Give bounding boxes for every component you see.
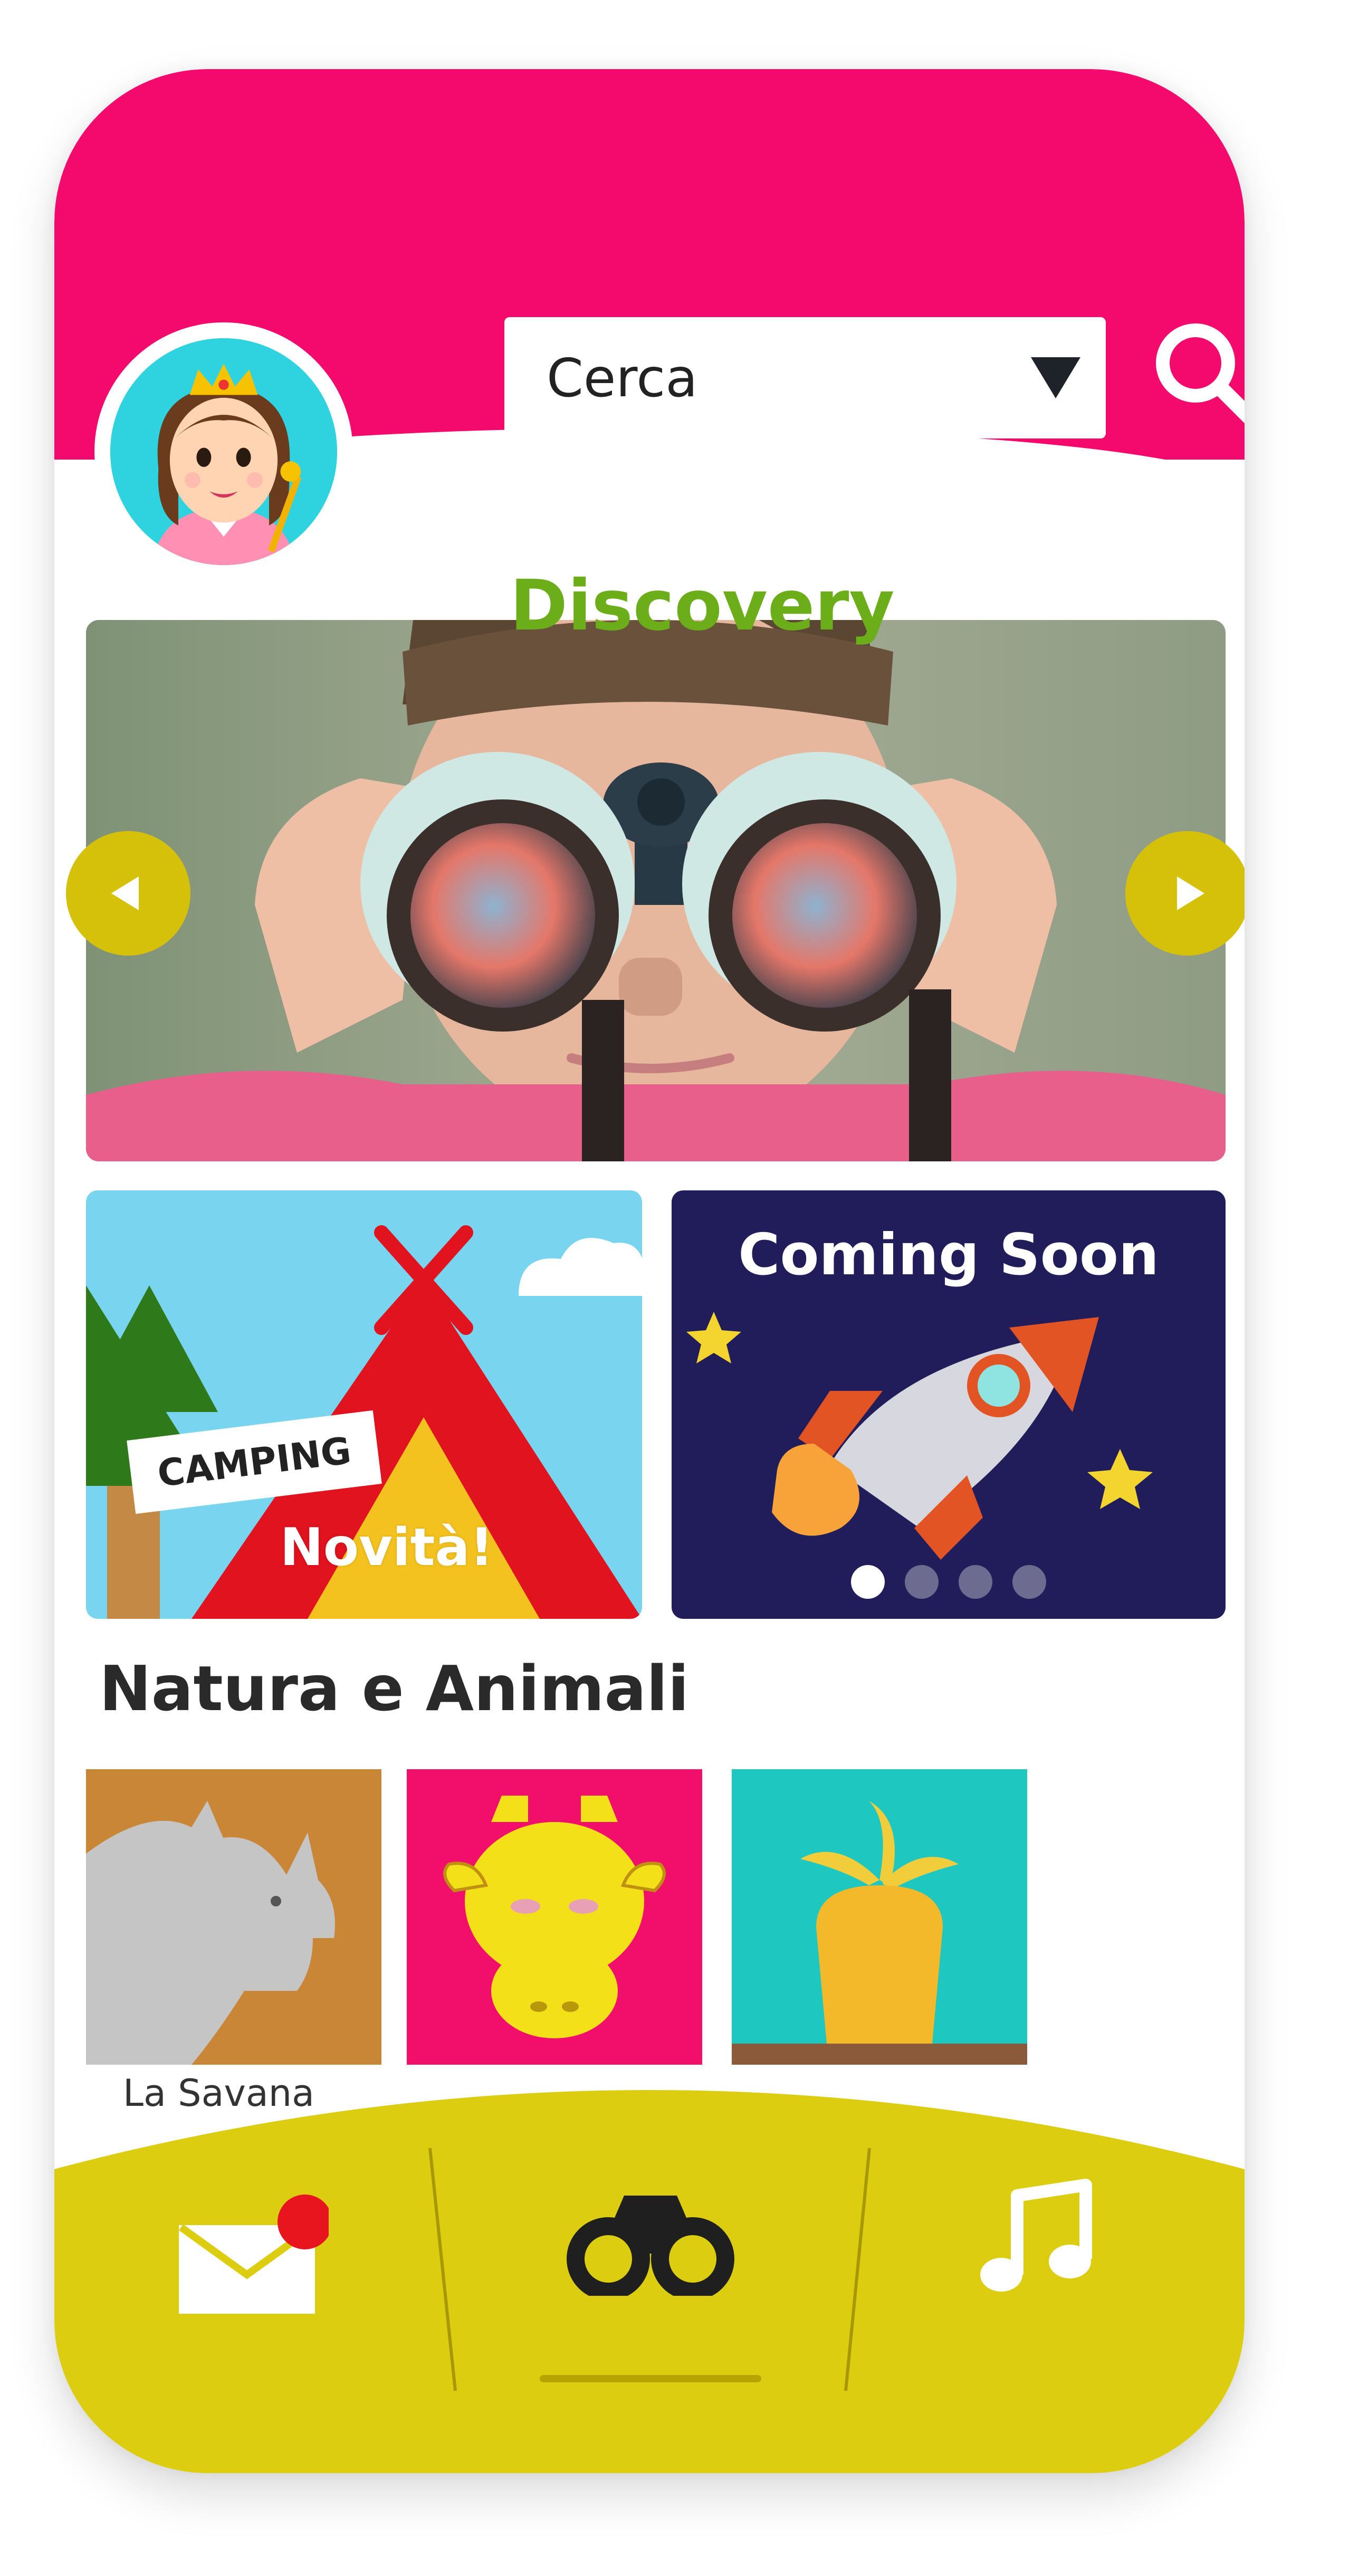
giraffe-icon — [443, 1796, 666, 2038]
nav-music-button[interactable] — [972, 2174, 1099, 2301]
nav-messages-button[interactable] — [170, 2190, 329, 2317]
camping-card[interactable]: CAMPING Novità! — [86, 1190, 642, 1619]
dropdown-arrow-icon[interactable] — [1027, 354, 1085, 402]
category-tile-savana[interactable] — [86, 1769, 381, 2065]
carousel-dots — [672, 1565, 1226, 1599]
section-title: Natura e Animali — [99, 1652, 690, 1725]
princess-avatar-icon — [110, 338, 337, 565]
coming-soon-card[interactable]: Coming Soon — [672, 1190, 1226, 1619]
carrot-icon — [732, 1801, 1027, 2065]
binoculars-icon — [567, 2196, 734, 2296]
carousel-dot[interactable] — [905, 1565, 939, 1599]
category-tile-vegetables[interactable] — [732, 1769, 1027, 2065]
search-input[interactable]: Cerca — [504, 317, 1106, 438]
mail-icon — [178, 2195, 329, 2314]
child-binoculars-photo — [86, 620, 1226, 1161]
rhino-icon — [86, 1801, 335, 2065]
coming-soon-title: Coming Soon — [738, 1222, 1159, 1288]
profile-avatar[interactable] — [94, 322, 353, 581]
search-placeholder: Cerca — [547, 347, 698, 409]
new-badge: Novità! — [280, 1518, 494, 1578]
category-tile-giraffe[interactable] — [407, 1769, 702, 2065]
music-note-icon — [980, 2179, 1092, 2292]
page-title: Discovery — [510, 565, 895, 646]
nav-discovery-button[interactable] — [566, 2174, 735, 2296]
chevron-left-icon — [111, 876, 139, 910]
home-indicator[interactable] — [540, 2375, 761, 2382]
carousel-prev-button[interactable] — [66, 831, 190, 956]
hero-carousel-slide[interactable] — [86, 620, 1226, 1161]
search-icon[interactable] — [1151, 318, 1245, 429]
phone-frame: Cerca Discovery CAMPING Novità! Coming S… — [54, 69, 1245, 2473]
chevron-right-icon — [1177, 876, 1204, 910]
carousel-dot[interactable] — [1012, 1565, 1046, 1599]
carousel-dot-active[interactable] — [851, 1565, 885, 1599]
carousel-next-button[interactable] — [1125, 831, 1245, 956]
carousel-dot[interactable] — [959, 1565, 992, 1599]
